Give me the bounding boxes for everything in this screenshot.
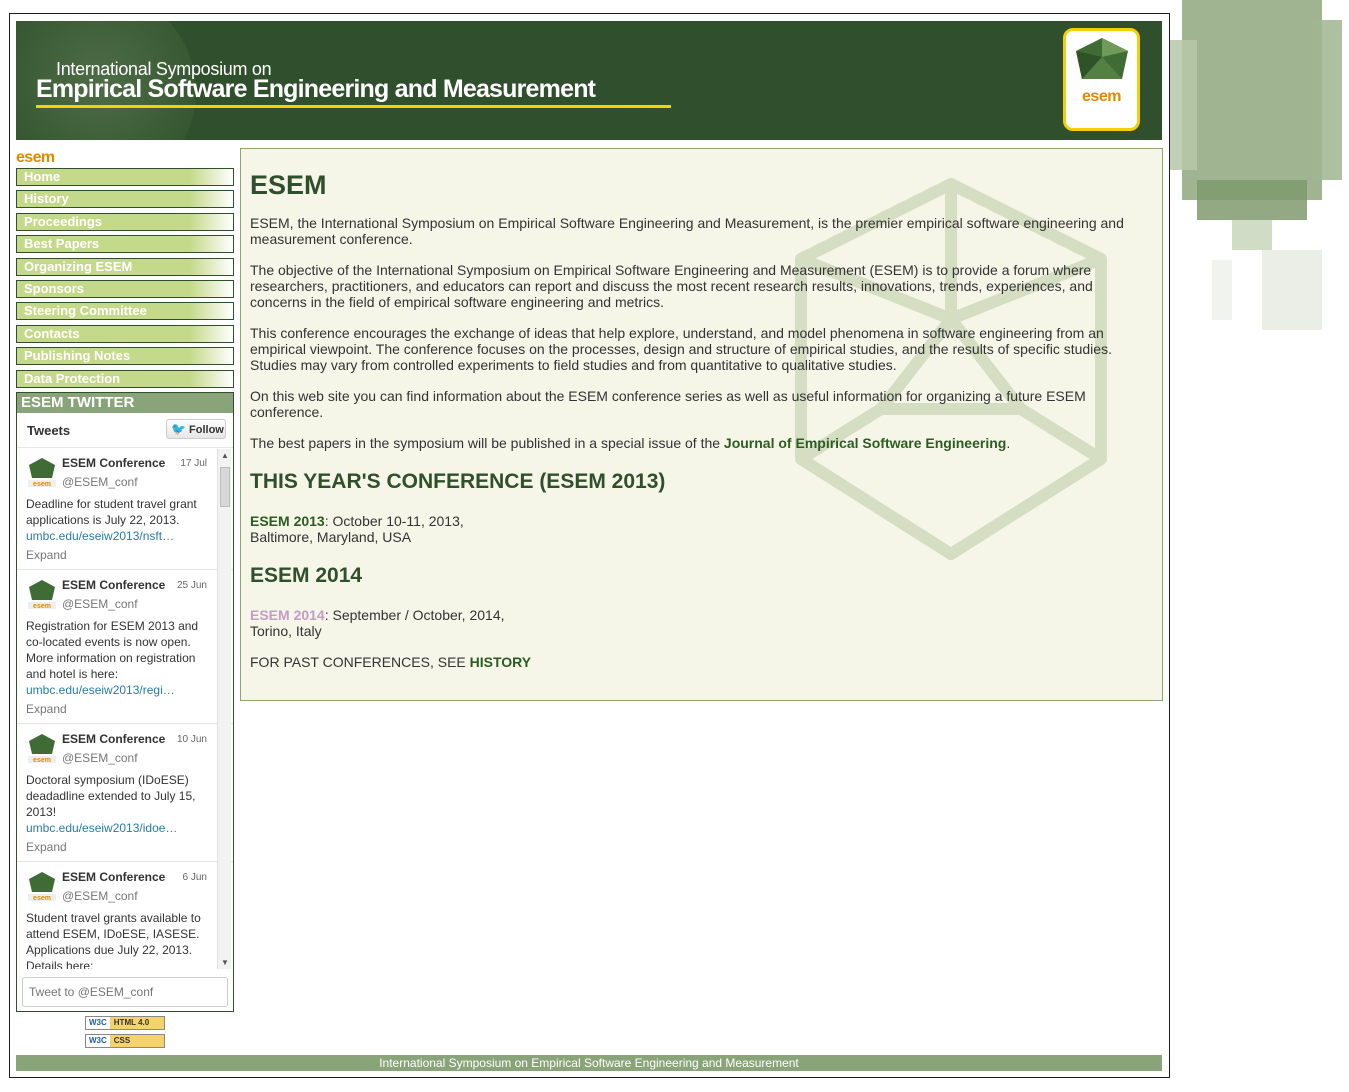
tweet-item[interactable]: esem ESEM Conference @ESEM_conf 10 Jun D…: [17, 724, 233, 862]
history-link[interactable]: HISTORY: [470, 654, 531, 670]
tweet-list[interactable]: esem ESEM Conference @ESEM_conf 17 Jul D…: [17, 447, 233, 969]
esem2014-heading: ESEM 2014: [250, 564, 363, 587]
svg-text:esem: esem: [33, 895, 51, 902]
tweet-date[interactable]: 6 Jun: [183, 872, 207, 883]
decorative-cube-cloud: [1162, 0, 1349, 360]
tweet-expand[interactable]: Expand: [26, 839, 213, 861]
logo-text: esem: [1082, 88, 1121, 105]
nav-history[interactable]: History: [16, 190, 234, 209]
esem2013-date: : October 10-11, 2013,: [324, 513, 464, 529]
tweet-link[interactable]: umbc.edu/eseiw2013/idoe…: [26, 820, 213, 836]
scrollbar-thumb[interactable]: [220, 467, 230, 507]
w3c-text: W3C: [86, 1035, 110, 1047]
scope-paragraph: This conference encourages the exchange …: [250, 325, 1112, 373]
tweet-link[interactable]: umbc.edu/eseiw2013/regi…: [26, 682, 213, 698]
svg-text:esem: esem: [33, 757, 51, 764]
tweet-date[interactable]: 25 Jun: [177, 580, 207, 591]
best-papers-end: .: [1006, 435, 1011, 451]
objective-paragraph: The objective of the International Sympo…: [250, 262, 1093, 310]
w3c-html-badge[interactable]: W3C HTML 4.0: [85, 1016, 165, 1030]
tweet-scrollbar[interactable]: ▲ ▼: [217, 449, 231, 969]
esem2013-info: ESEM 2013: October 10-11, 2013, Baltimore…: [250, 513, 1153, 545]
tweet-item[interactable]: esem ESEM Conference @ESEM_conf 17 Jul D…: [17, 448, 233, 570]
tweet-expand[interactable]: Expand: [26, 701, 213, 723]
nav-proceedings[interactable]: Proceedings: [16, 212, 234, 231]
this-year-heading: THIS YEAR'S CONFERENCE (ESEM 2013): [250, 470, 666, 493]
page-title: ESEM: [250, 170, 327, 200]
avatar: esem: [28, 458, 56, 488]
tweet-text: Deadline for student travel grant applic…: [26, 497, 197, 527]
polyhedron-icon: [1076, 38, 1128, 79]
tweet-handle[interactable]: @ESEM_conf: [62, 596, 213, 614]
nav-home[interactable]: Home: [16, 168, 234, 186]
follow-button[interactable]: 🐦 Follow: [166, 419, 226, 439]
w3c-css-badge[interactable]: W3C CSS: [85, 1034, 165, 1048]
avatar: esem: [28, 580, 56, 610]
esem-logo[interactable]: esem: [1063, 28, 1140, 131]
banner-title: Empirical Software Engineering and Measu…: [36, 75, 596, 103]
best-papers-paragraph: The best papers in the symposium will be…: [250, 435, 1153, 451]
twitter-widget: ESEM TWITTER Tweets 🐦 Follow esem ESEM C…: [16, 392, 234, 1012]
nav-sponsors[interactable]: Sponsors: [16, 279, 234, 298]
twitter-title: ESEM TWITTER: [17, 393, 233, 413]
site-info-paragraph: On this web site you can find informatio…: [250, 388, 1086, 420]
css-badge-text: CSS: [113, 1036, 131, 1045]
main-content: ESEM ESEM, the International Symposium o…: [240, 148, 1163, 701]
tweet-handle[interactable]: @ESEM_conf: [62, 888, 213, 906]
nav-data-protection[interactable]: Data Protection: [16, 369, 234, 388]
twitter-toolbar: Tweets 🐦 Follow: [17, 413, 233, 447]
esem2014-link[interactable]: ESEM 2014: [250, 607, 325, 623]
svg-text:esem: esem: [33, 603, 51, 610]
tweet-date[interactable]: 10 Jun: [177, 734, 207, 745]
tweet-link[interactable]: umbc.edu/eseiw2013/nsft…: [26, 528, 213, 544]
tweet-handle[interactable]: @ESEM_conf: [62, 474, 213, 492]
esem2013-link[interactable]: ESEM 2013: [250, 513, 325, 529]
nav-organizing-esem[interactable]: Organizing ESEM: [16, 257, 234, 276]
past-conferences: FOR PAST CONFERENCES, SEE HISTORY: [250, 654, 1153, 670]
nav-best-papers[interactable]: Best Papers: [16, 235, 234, 254]
sidebar: esem Home History Proceedings Best Paper…: [16, 150, 234, 392]
w3c-text: W3C: [86, 1017, 110, 1029]
tweet-date[interactable]: 17 Jul: [180, 458, 207, 469]
tweet-text: Registration for ESEM 2013 and co-locate…: [26, 619, 199, 681]
tweet-item[interactable]: esem ESEM Conference @ESEM_conf 25 Jun R…: [17, 570, 233, 724]
intro-paragraph: ESEM, the International Symposium on Emp…: [250, 215, 1124, 247]
tweet-item[interactable]: esem ESEM Conference @ESEM_conf 6 Jun St…: [17, 862, 233, 969]
tweet-input[interactable]: [22, 977, 228, 1007]
footer: International Symposium on Empirical Sof…: [16, 1055, 1162, 1071]
scroll-up-icon[interactable]: ▲: [221, 451, 229, 460]
esem2014-place: Torino, Italy: [250, 623, 322, 639]
journal-link[interactable]: Journal of Empirical Software Engineerin…: [724, 435, 1006, 451]
header-banner: International Symposium on Empirical Sof…: [16, 21, 1162, 140]
svg-text:esem: esem: [33, 481, 51, 488]
esem2013-place: Baltimore, Maryland, USA: [250, 529, 412, 545]
nav-steering-committee[interactable]: Steering Committee: [16, 302, 234, 321]
past-conferences-text: FOR PAST CONFERENCES, SEE: [250, 654, 470, 670]
sidebar-logo: esem: [16, 149, 55, 166]
page-frame: International Symposium on Empirical Sof…: [9, 13, 1170, 1078]
twitter-bird-icon: 🐦: [171, 422, 186, 436]
tweet-text: Student travel grants available to atten…: [26, 911, 201, 969]
tweet-handle[interactable]: @ESEM_conf: [62, 750, 213, 768]
tweets-label: Tweets: [27, 423, 71, 438]
tweet-expand[interactable]: Expand: [26, 547, 213, 569]
html-badge-text: HTML 4.0: [113, 1018, 150, 1027]
esem2014-date: : September / October, 2014,: [324, 607, 505, 623]
scroll-down-icon[interactable]: ▼: [221, 958, 229, 967]
avatar: esem: [28, 734, 56, 764]
tweet-text: Doctoral symposium (IDoESE) deadadline e…: [26, 773, 196, 819]
nav-contacts[interactable]: Contacts: [16, 324, 234, 343]
esem2014-info: ESEM 2014: September / October, 2014, Tor…: [250, 607, 1153, 639]
follow-label: Follow: [189, 424, 224, 436]
banner-underline: [36, 105, 671, 108]
nav-publishing-notes[interactable]: Publishing Notes: [16, 347, 234, 366]
avatar: esem: [28, 872, 56, 902]
best-papers-text: The best papers in the symposium will be…: [250, 435, 724, 451]
